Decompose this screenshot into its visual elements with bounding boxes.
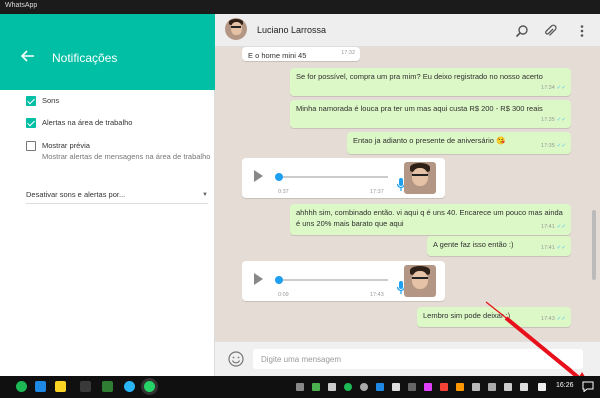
tray-icon[interactable] (344, 383, 352, 391)
message-composer (215, 341, 600, 376)
mute-dropdown-label: Desativar sons e alertas por... (26, 190, 126, 199)
contact-avatar[interactable] (225, 18, 247, 40)
read-ticks-icon: ✓✓ (556, 245, 566, 251)
chat-scrollbar[interactable] (592, 210, 596, 280)
message-text: E o home mini 45 (248, 51, 307, 60)
audio-scrubber[interactable] (275, 173, 283, 181)
message-bubble: ahhhh sim, combinado então. vi aqui q é … (290, 204, 571, 235)
explorer-icon[interactable] (80, 381, 91, 392)
tray-icon[interactable] (408, 383, 416, 391)
tray-icon[interactable] (376, 383, 384, 391)
action-center-icon[interactable] (582, 381, 594, 392)
message-bubble: A gente faz isso então :) 17:41 ✓✓ (427, 236, 571, 256)
message-bubble: Minha namorada é louca pra ter um mas aq… (290, 100, 571, 128)
taskbar: 16:26 (0, 376, 600, 398)
read-ticks-icon: ✓✓ (556, 316, 566, 322)
play-icon[interactable] (254, 170, 263, 182)
message-time: 17:34 (541, 85, 555, 91)
message-time: 17:43 (541, 316, 555, 322)
notification-settings: Sons Alertas na área de trabalho Mostrar… (0, 90, 215, 376)
emoji-icon[interactable] (228, 351, 244, 367)
message-time: 17:35 (541, 117, 555, 123)
read-ticks-icon: ✓✓ (556, 143, 566, 149)
message-text: Lembro sim pode deixar :) (423, 311, 511, 320)
sender-avatar (404, 162, 436, 194)
read-ticks-icon: ✓✓ (556, 224, 566, 230)
sender-avatar (404, 265, 436, 297)
desktop-alerts-label: Alertas na área de trabalho (42, 118, 133, 127)
message-time: 17:43 (370, 292, 384, 298)
sounds-checkbox[interactable] (26, 96, 36, 106)
evernote-icon[interactable] (102, 381, 113, 392)
tray-icon[interactable] (456, 383, 464, 391)
read-ticks-icon: ✓✓ (556, 117, 566, 123)
show-preview-description: Mostrar alertas de mensagens na área de … (42, 152, 211, 161)
message-time: 17:35 (541, 143, 555, 149)
message-bubble: Lembro sim pode deixar :) 17:43 ✓✓ (417, 307, 571, 327)
message-bubble: Entao ja adianto o presente de aniversár… (347, 132, 571, 154)
back-arrow-icon[interactable] (20, 48, 36, 64)
mute-dropdown[interactable]: Desativar sons e alertas por... ▼ (26, 190, 208, 204)
network-icon[interactable] (504, 383, 512, 391)
message-bubble: Se for possível, compra um pra mim? Eu d… (290, 68, 571, 96)
volume-icon[interactable] (538, 383, 546, 391)
sticky-notes-icon[interactable] (55, 381, 66, 392)
sounds-label: Sons (42, 96, 60, 105)
audio-progress-track[interactable] (278, 279, 388, 281)
voice-message: 0:09 17:43 (242, 261, 445, 301)
settings-title: Notificações (52, 51, 118, 65)
message-text: ahhhh sim, combinado então. vi aqui q é … (296, 208, 563, 228)
tray-icon[interactable] (472, 383, 480, 391)
message-time: 17:32 (341, 50, 355, 56)
message-text: Se for possível, compra um pra mim? Eu d… (296, 72, 543, 81)
more-options-icon[interactable] (575, 24, 589, 38)
message-time: 17:41 (541, 245, 555, 251)
taskbar-clock[interactable]: 16:26 (556, 382, 574, 389)
spotify-icon[interactable] (16, 381, 27, 392)
title-bar: WhatsApp (0, 0, 600, 14)
search-icon[interactable] (515, 24, 529, 38)
tray-icon[interactable] (312, 383, 320, 391)
tray-icon[interactable] (392, 383, 400, 391)
tray-icon[interactable] (424, 383, 432, 391)
battery-icon[interactable] (520, 383, 528, 391)
message-text: A gente faz isso então :) (433, 240, 514, 249)
message-input[interactable] (253, 349, 583, 369)
settings-header: Notificações (0, 14, 215, 90)
desktop-alerts-checkbox[interactable] (26, 118, 36, 128)
voice-duration: 0:09 (278, 292, 289, 298)
voice-duration: 0:37 (278, 189, 289, 195)
option-sounds[interactable]: Sons (26, 96, 59, 106)
whatsapp-icon[interactable] (144, 381, 155, 392)
tray-icon[interactable] (328, 383, 336, 391)
chat-area[interactable]: E o home mini 45 17:32 Se for possível, … (215, 47, 600, 341)
audio-progress-track[interactable] (278, 176, 388, 178)
show-preview-checkbox[interactable] (26, 141, 36, 151)
contact-name[interactable]: Luciano Larrossa (257, 25, 326, 35)
show-preview-label: Mostrar prévia (42, 141, 90, 150)
tray-icon[interactable] (440, 383, 448, 391)
message-time: 17:37 (370, 189, 384, 195)
attach-icon[interactable] (543, 24, 557, 38)
audio-scrubber[interactable] (275, 276, 283, 284)
message-time: 17:41 (541, 224, 555, 230)
caret-down-icon: ▼ (202, 192, 208, 198)
play-icon[interactable] (254, 273, 263, 285)
browser-icon[interactable] (124, 381, 135, 392)
tray-icon[interactable] (360, 383, 368, 391)
window-title: WhatsApp (5, 2, 38, 9)
option-show-preview[interactable]: Mostrar prévia Mostrar alertas de mensag… (26, 141, 212, 162)
voice-message: 0:37 17:37 (242, 158, 445, 198)
message-text: Entao ja adianto o presente de aniversár… (353, 136, 506, 145)
message-text: Minha namorada é louca pra ter um mas aq… (296, 104, 543, 113)
read-ticks-icon: ✓✓ (556, 85, 566, 91)
tray-icon[interactable] (296, 383, 304, 391)
option-desktop-alerts[interactable]: Alertas na área de trabalho (26, 118, 132, 128)
app-icon[interactable] (35, 381, 46, 392)
chat-header: Luciano Larrossa (215, 14, 600, 47)
message-bubble: E o home mini 45 17:32 (242, 47, 360, 61)
tray-icon[interactable] (488, 383, 496, 391)
